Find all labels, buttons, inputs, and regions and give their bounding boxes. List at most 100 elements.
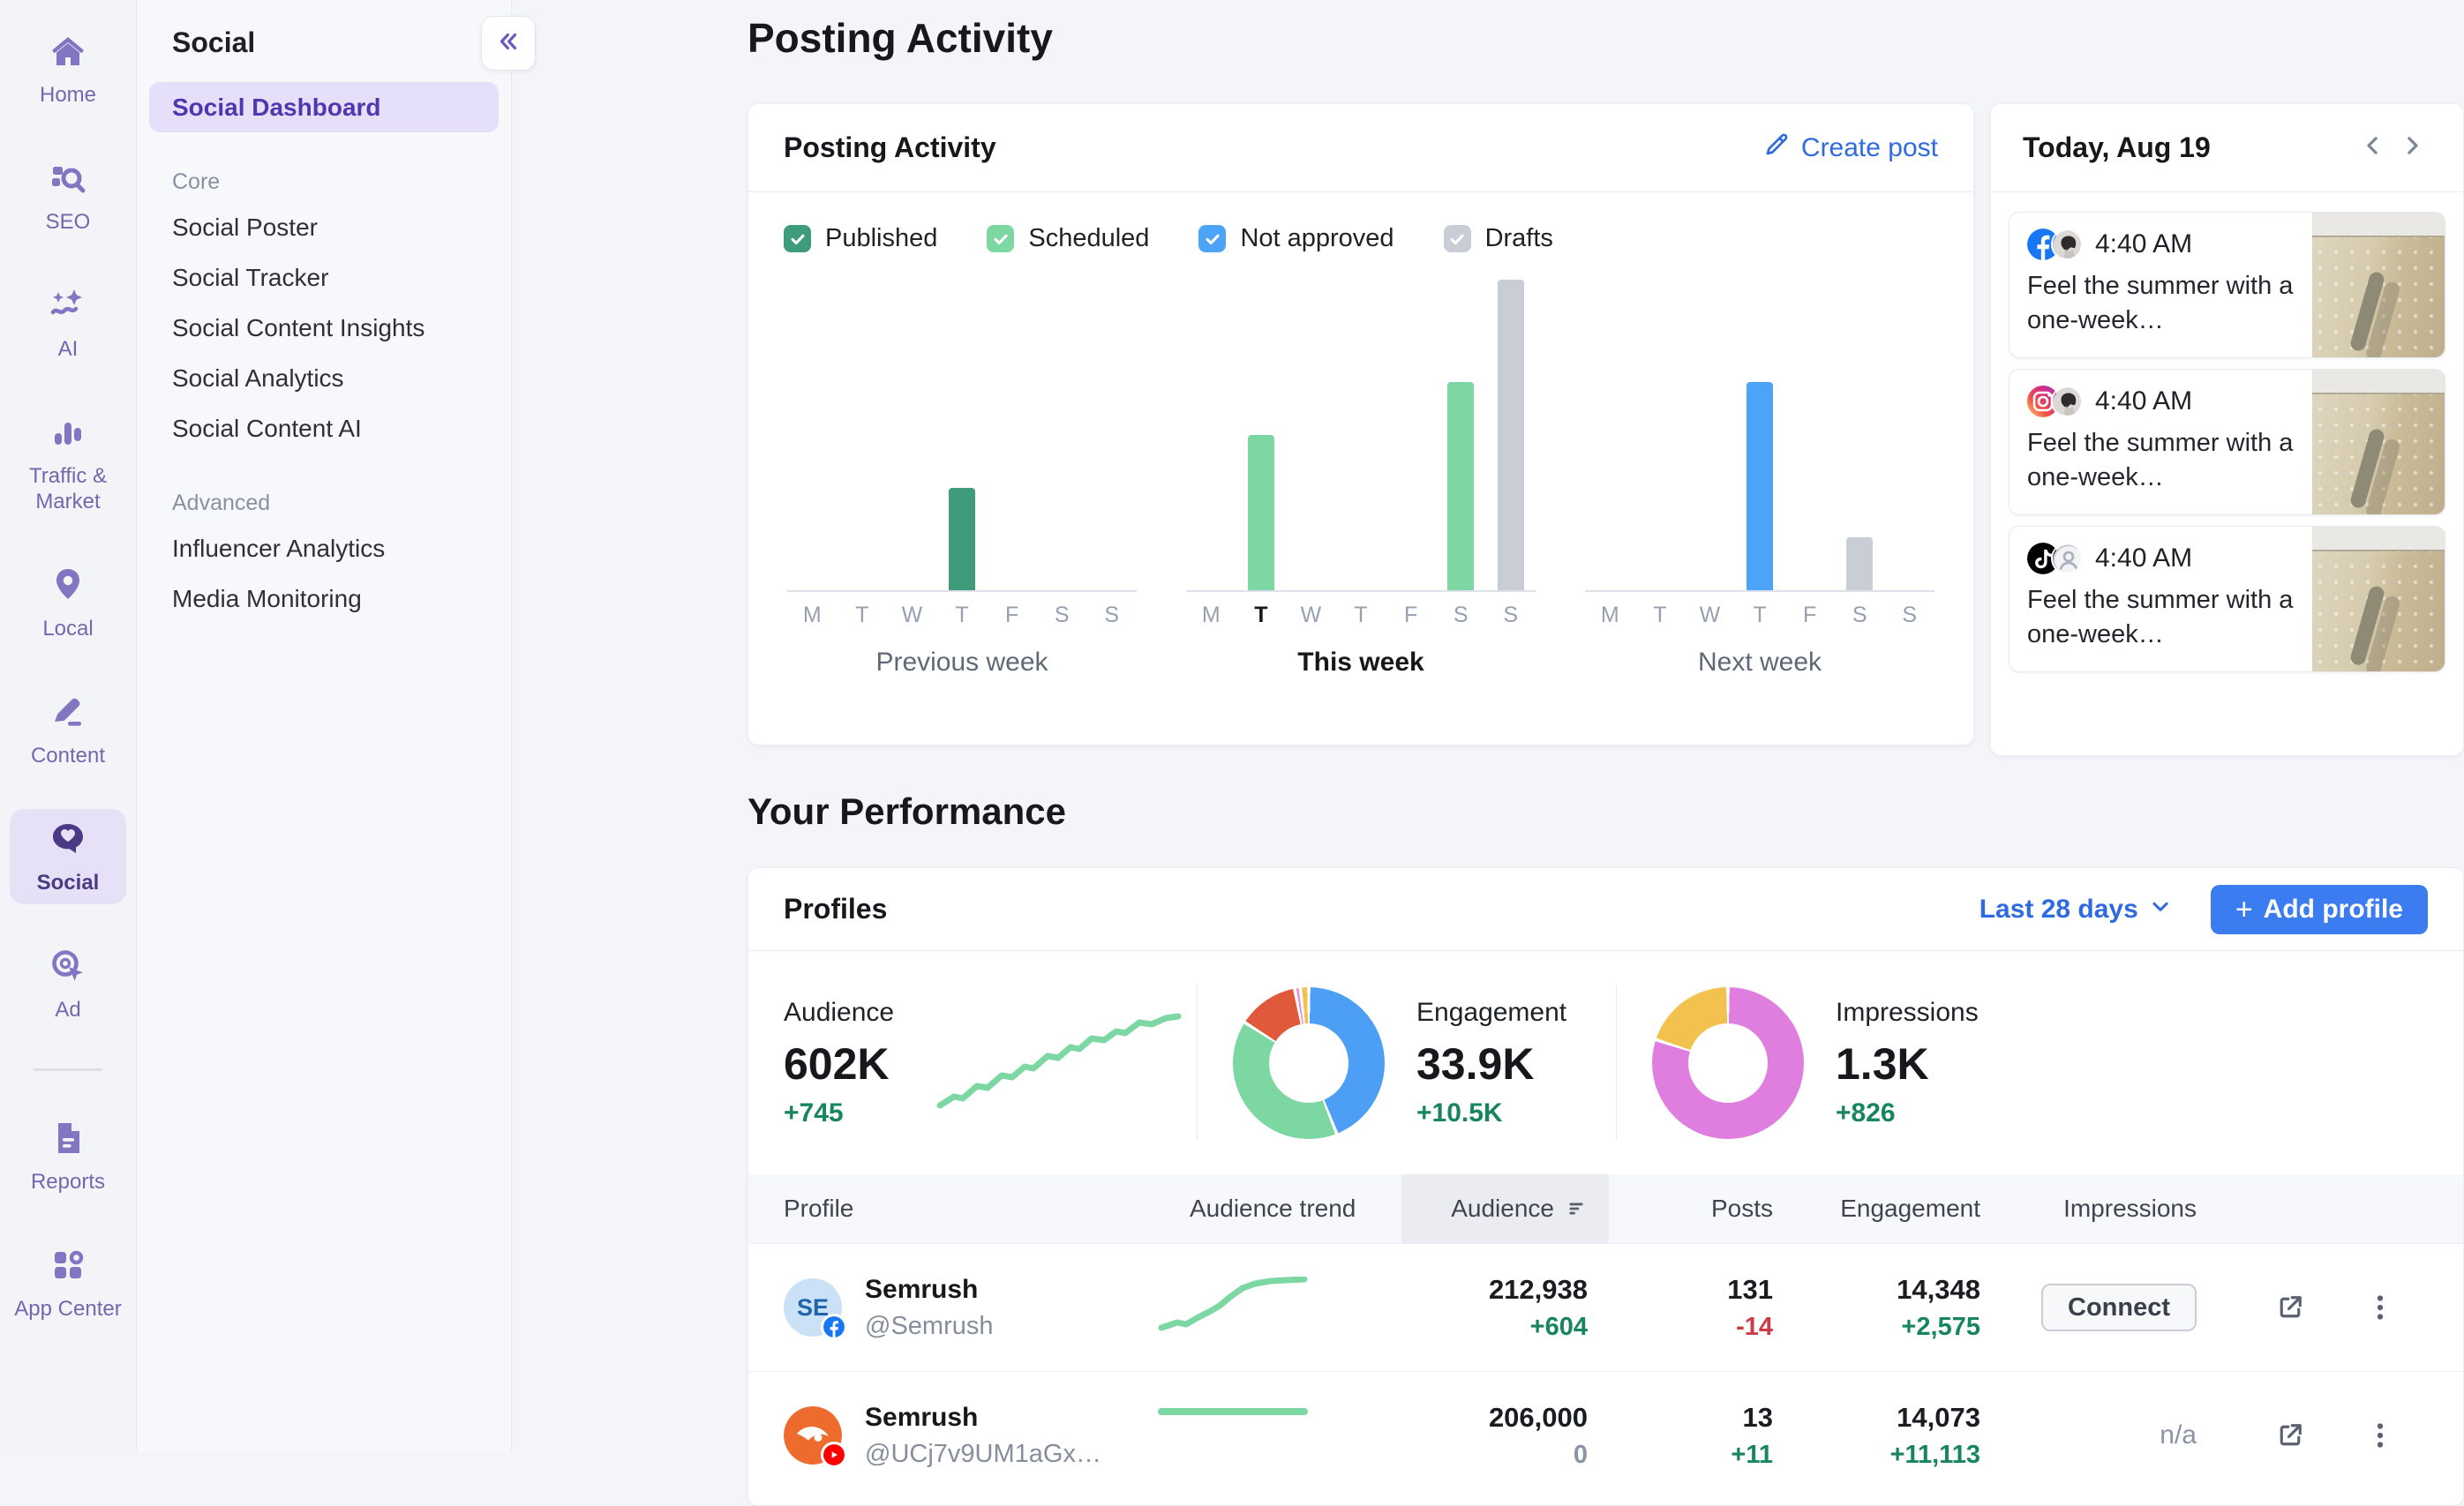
- social-icon: [47, 818, 89, 865]
- kpi-audience-delta: +745: [784, 1098, 894, 1128]
- post-text: Feel the summer with a one-week…: [2027, 269, 2300, 338]
- sidebar-item-social-dashboard[interactable]: Social Dashboard: [149, 82, 499, 132]
- kebab-menu-button[interactable]: [2361, 1416, 2400, 1455]
- column-header-actions: [2218, 1174, 2463, 1243]
- avatar: [784, 1406, 842, 1465]
- column-header-audience[interactable]: Audience: [1401, 1174, 1609, 1243]
- pencil-icon: [1762, 131, 1791, 166]
- chart-bar-scheduled[interactable]: [1248, 435, 1274, 590]
- sidebar-item-social-poster[interactable]: Social Poster: [149, 202, 499, 252]
- plus-icon: +: [2235, 895, 2253, 925]
- thumbnail-detail: [2349, 270, 2385, 352]
- kpi-engagement-label: Engagement: [1416, 998, 1566, 1028]
- chart-bar-scheduled[interactable]: [1447, 382, 1474, 590]
- period-select[interactable]: Last 28 days: [1979, 895, 2172, 925]
- post-content: 4:40 AMFeel the summer with a one-week…: [2010, 527, 2312, 671]
- chevron-right-icon: [2399, 132, 2425, 163]
- cell-actions: [2218, 1288, 2463, 1327]
- rail-item-content[interactable]: Content: [10, 682, 126, 777]
- legend-item-drafts[interactable]: Drafts: [1444, 224, 1553, 253]
- social-sidebar: Social Social DashboardCoreSocial Poster…: [137, 0, 512, 1450]
- column-header-engagement[interactable]: Engagement: [1794, 1174, 2002, 1243]
- rail-item-home[interactable]: Home: [10, 21, 126, 116]
- sidebar-collapse-button[interactable]: [481, 16, 536, 71]
- day-label: M: [787, 603, 838, 628]
- local-icon: [47, 564, 89, 611]
- cell-posts: 131-14: [1609, 1274, 1794, 1342]
- scheduled-post-card[interactable]: 4:40 AMFeel the summer with a one-week…: [2009, 212, 2445, 358]
- checkbox-icon: [784, 225, 811, 252]
- column-header-impressions[interactable]: Impressions: [2002, 1174, 2218, 1243]
- column-header-profile[interactable]: Profile: [748, 1174, 1154, 1243]
- open-external-button[interactable]: [2271, 1288, 2310, 1327]
- day-label: W: [887, 603, 937, 628]
- sidebar-item-social-content-insights[interactable]: Social Content Insights: [149, 303, 499, 353]
- sidebar-item-media-monitoring[interactable]: Media Monitoring: [149, 573, 499, 624]
- performance-section-title: Your Performance: [747, 790, 1066, 833]
- column-header-trend[interactable]: Audience trend: [1154, 1174, 1401, 1243]
- chart-bar-drafts[interactable]: [1846, 537, 1873, 590]
- add-profile-button[interactable]: + Add profile: [2211, 885, 2428, 934]
- rail-item-social[interactable]: Social: [10, 809, 126, 904]
- checkbox-icon: [1198, 225, 1226, 252]
- engagement-value: 14,348: [1897, 1274, 1980, 1306]
- chart-bar-published[interactable]: [949, 488, 975, 590]
- sidebar-item-social-content-ai[interactable]: Social Content AI: [149, 403, 499, 453]
- next-day-button[interactable]: [2393, 129, 2431, 168]
- day-label: T: [1735, 603, 1785, 628]
- kebab-menu-button[interactable]: [2361, 1288, 2400, 1327]
- posting-activity-card-title: Posting Activity: [784, 131, 996, 164]
- chevrons-left-icon: [495, 28, 522, 59]
- engagement-value: 14,073: [1897, 1402, 1980, 1434]
- day-label: M: [1585, 603, 1635, 628]
- column-header-posts[interactable]: Posts: [1609, 1174, 1794, 1243]
- day-label: F: [987, 603, 1037, 628]
- rail-item-label: Home: [40, 82, 96, 108]
- profile-name: Semrush: [865, 1275, 993, 1305]
- post-thumbnail: [2312, 370, 2445, 514]
- audience-sparkline: [933, 1010, 1185, 1116]
- previous-day-button[interactable]: [2354, 129, 2393, 168]
- cell-engagement: 14,073+11,113: [1794, 1402, 2002, 1470]
- scheduled-post-card[interactable]: 4:40 AMFeel the summer with a one-week…: [2009, 526, 2445, 672]
- rail-item-ad[interactable]: Ad: [10, 936, 126, 1031]
- rail-item-ai[interactable]: AI: [10, 275, 126, 371]
- avatar: [2051, 229, 2083, 260]
- create-post-button[interactable]: Create post: [1762, 131, 1938, 166]
- rail-item-reports[interactable]: Reports: [10, 1108, 126, 1203]
- legend-label: Drafts: [1485, 224, 1553, 253]
- column-header-label: Engagement: [1840, 1195, 1980, 1223]
- rail-item-traffic[interactable]: Traffic & Market: [10, 402, 126, 523]
- cell-profile[interactable]: Semrush@UCj7v9UM1aGx…: [748, 1403, 1154, 1469]
- ai-icon: [47, 284, 89, 331]
- rail-item-seo[interactable]: SEO: [10, 148, 126, 244]
- rail-item-local[interactable]: Local: [10, 555, 126, 650]
- legend-item-scheduled[interactable]: Scheduled: [987, 224, 1149, 253]
- chart-plot: [1585, 281, 1934, 592]
- profiles-table-body: SESemrush@Semrush212,938+604131-1414,348…: [748, 1243, 2463, 1499]
- profiles-card-title: Profiles: [784, 893, 887, 925]
- day-label: W: [1685, 603, 1735, 628]
- chart-bar-drafts[interactable]: [1498, 280, 1524, 590]
- sidebar-title: Social: [172, 26, 511, 59]
- column-header-label: Audience: [1451, 1195, 1554, 1223]
- chart-bar-not-approved[interactable]: [1747, 382, 1773, 590]
- legend-item-published[interactable]: Published: [784, 224, 937, 253]
- cell-profile[interactable]: SESemrush@Semrush: [748, 1275, 1154, 1341]
- sidebar-item-social-tracker[interactable]: Social Tracker: [149, 252, 499, 303]
- rail-item-app-center[interactable]: App Center: [10, 1235, 126, 1330]
- chart-group-next-week: MTWTFSSNext week: [1585, 281, 1934, 678]
- chart-plot: [787, 281, 1137, 592]
- cell-engagement: 14,348+2,575: [1794, 1274, 2002, 1342]
- legend-item-not-approved[interactable]: Not approved: [1198, 224, 1394, 253]
- open-external-button[interactable]: [2271, 1416, 2310, 1455]
- scheduled-post-card[interactable]: 4:40 AMFeel the summer with a one-week…: [2009, 369, 2445, 515]
- connect-button[interactable]: Connect: [2041, 1284, 2197, 1331]
- sidebar-item-influencer-analytics[interactable]: Influencer Analytics: [149, 523, 499, 573]
- sidebar-item-social-analytics[interactable]: Social Analytics: [149, 353, 499, 403]
- legend-label: Scheduled: [1028, 224, 1149, 253]
- rail-item-label: Local: [42, 616, 93, 641]
- day-label: T: [838, 603, 888, 628]
- checkbox-icon: [987, 225, 1014, 252]
- day-label: S: [1037, 603, 1087, 628]
